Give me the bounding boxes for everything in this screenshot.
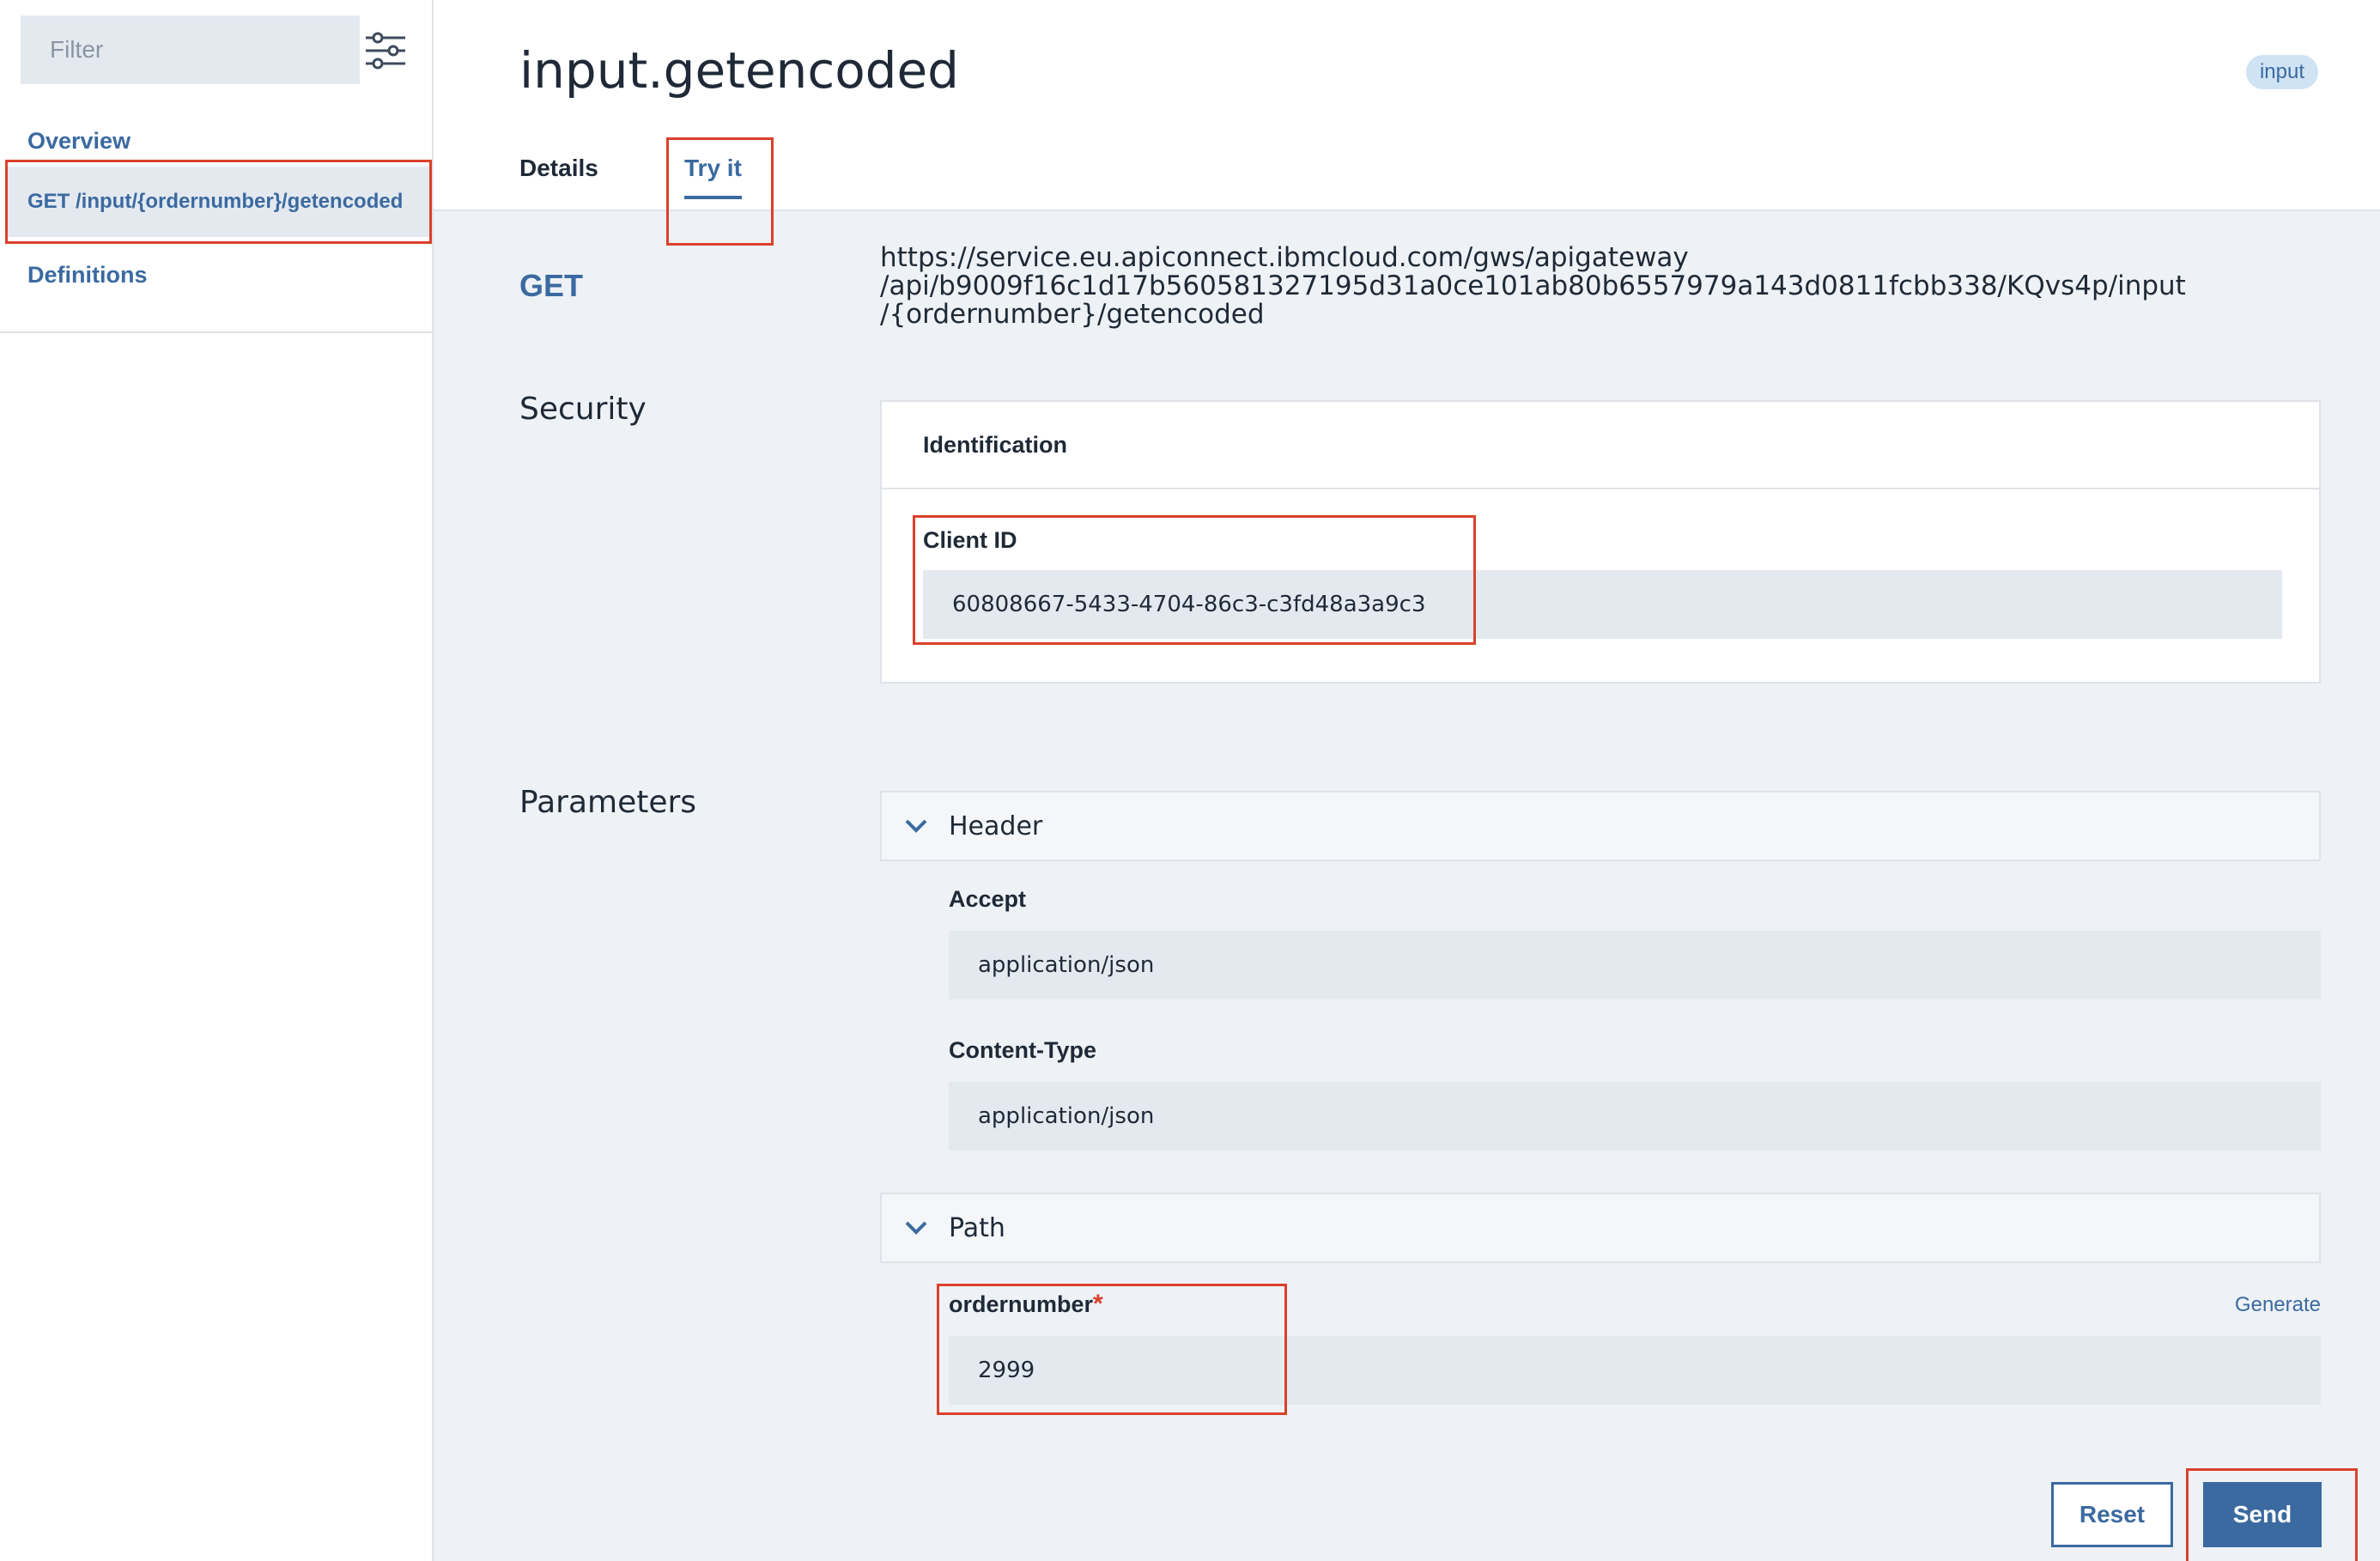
sidebar-divider — [0, 331, 434, 333]
client-id-input[interactable] — [923, 570, 2282, 639]
filter-settings-icon[interactable] — [362, 27, 409, 74]
filter-input[interactable] — [21, 15, 360, 84]
accept-label: Accept — [949, 886, 1027, 912]
path-params-accordion[interactable]: Path — [880, 1193, 2321, 1263]
ordernumber-label-text: ordernumber — [949, 1291, 1094, 1317]
header-params-title: Header — [949, 811, 1043, 841]
endpoint-url-line: /api/b9009f16c1d17b560581327195d31a0ce10… — [880, 270, 2186, 301]
endpoint-url: https://service.eu.apiconnect.ibmcloud.c… — [880, 244, 2254, 329]
reset-button[interactable]: Reset — [2051, 1482, 2173, 1547]
page-title: input.getencoded — [519, 41, 960, 100]
tab-details[interactable]: Details — [519, 155, 598, 196]
client-id-label: Client ID — [923, 527, 1017, 553]
sidebar-item-definitions[interactable]: Definitions — [7, 251, 429, 299]
endpoint-url-line: https://service.eu.apiconnect.ibmcloud.c… — [880, 242, 1689, 273]
sidebar: Overview GET /input/{ordernumber}/getenc… — [0, 0, 434, 1561]
try-it-panel: GET https://service.eu.apiconnect.ibmclo… — [434, 213, 2380, 1561]
filter-row — [21, 15, 416, 84]
parameters-section-label: Parameters — [519, 785, 697, 820]
security-section-label: Security — [519, 392, 647, 427]
operation-header: input.getencoded input Details Try it — [434, 0, 2380, 211]
chevron-down-icon[interactable] — [889, 1194, 944, 1262]
sidebar-item-overview[interactable]: Overview — [7, 118, 429, 163]
content-type-input[interactable] — [949, 1082, 2321, 1151]
ordernumber-label: ordernumber* — [949, 1290, 1103, 1319]
endpoint-url-line: /{ordernumber}/getencoded — [880, 299, 1265, 330]
path-params-title: Path — [949, 1212, 1005, 1243]
http-method: GET — [519, 268, 584, 303]
generate-link[interactable]: Generate — [2235, 1293, 2321, 1317]
identification-card-title: Identification — [882, 402, 2319, 489]
content-type-label: Content-Type — [949, 1037, 1096, 1063]
tag-badge[interactable]: input — [2245, 55, 2318, 89]
identification-card: Identification Client ID — [880, 400, 2321, 683]
required-marker: * — [1093, 1290, 1103, 1318]
accept-input[interactable] — [949, 931, 2321, 999]
ordernumber-input[interactable] — [949, 1336, 2321, 1405]
send-button[interactable]: Send — [2203, 1482, 2322, 1547]
chevron-down-icon[interactable] — [889, 792, 944, 860]
tab-try-it[interactable]: Try it — [684, 155, 742, 199]
header-params-accordion[interactable]: Header — [880, 791, 2321, 861]
sidebar-item-get-getencoded[interactable]: GET /input/{ordernumber}/getencoded — [7, 167, 429, 237]
